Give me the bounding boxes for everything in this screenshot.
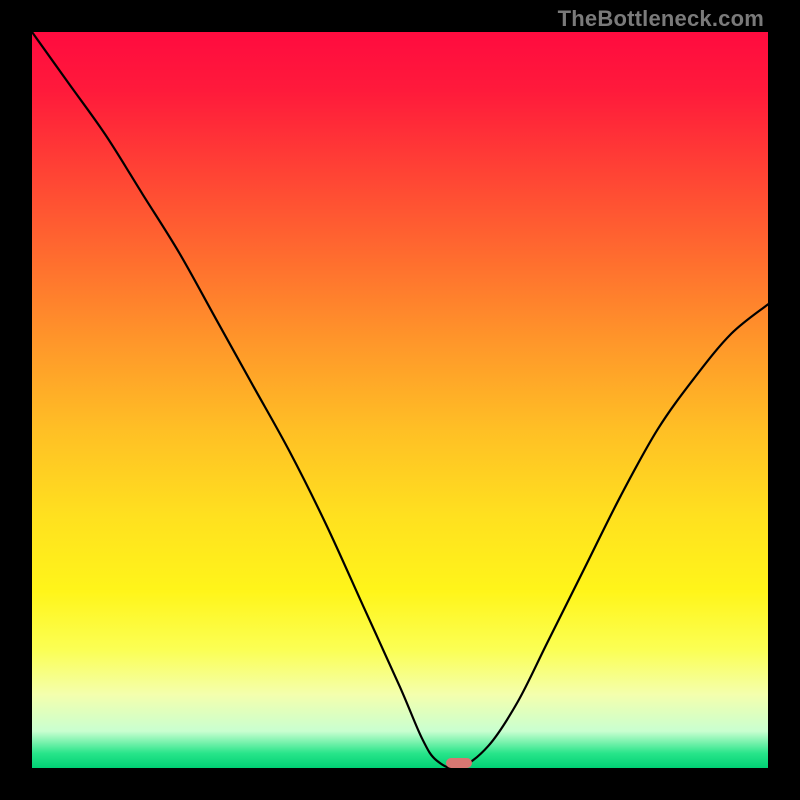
minimum-marker [446,758,472,768]
bottleneck-curve [32,32,768,768]
chart-frame: TheBottleneck.com [0,0,800,800]
plot-area [32,32,768,768]
watermark-text: TheBottleneck.com [558,6,764,32]
